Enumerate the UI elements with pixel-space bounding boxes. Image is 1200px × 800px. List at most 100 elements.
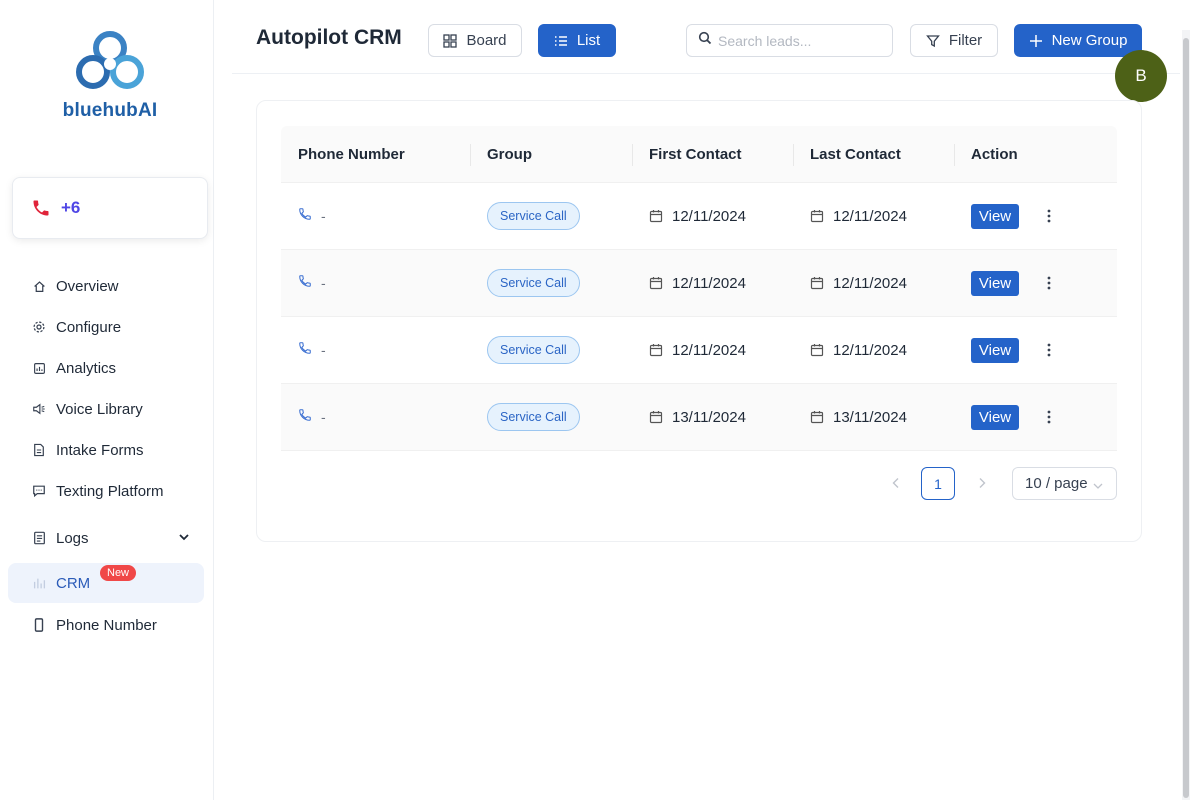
search-icon bbox=[698, 31, 712, 50]
page-size-select[interactable]: 10 / page bbox=[1012, 467, 1117, 500]
next-page-icon[interactable] bbox=[975, 476, 989, 495]
last-contact-date: 12/11/2024 bbox=[833, 341, 907, 359]
sidebar-item-label: Logs bbox=[56, 529, 89, 547]
last-contact-cell: 12/11/2024 bbox=[793, 183, 954, 250]
first-contact-cell: 12/11/2024 bbox=[632, 250, 793, 317]
sidebar-item-configure[interactable]: Configure bbox=[8, 307, 204, 347]
phone-cell[interactable]: - bbox=[281, 250, 470, 317]
view-button[interactable]: View bbox=[971, 270, 1019, 296]
column-header-group[interactable]: Group bbox=[470, 126, 632, 183]
home-icon bbox=[32, 279, 46, 293]
leads-table: Phone Number Group First Contact Last Co… bbox=[281, 126, 1117, 451]
search-box[interactable] bbox=[686, 24, 893, 57]
action-cell: View bbox=[954, 250, 1117, 317]
table-row[interactable]: - Service Call 12/11/2024 12/11/2024 View bbox=[281, 183, 1117, 250]
sidebar-item-label: Texting Platform bbox=[56, 482, 164, 500]
first-contact-cell: 12/11/2024 bbox=[632, 183, 793, 250]
sidebar-item-logs[interactable]: Logs bbox=[8, 518, 204, 558]
calendar-icon bbox=[649, 410, 663, 424]
sidebar-item-intake-forms[interactable]: Intake Forms bbox=[8, 430, 204, 470]
filter-label: Filter bbox=[948, 32, 983, 49]
table-header: Phone Number Group First Contact Last Co… bbox=[281, 126, 1117, 183]
phone-value: - bbox=[321, 342, 326, 358]
last-contact-date: 12/11/2024 bbox=[833, 207, 907, 225]
sidebar-item-label: Configure bbox=[56, 318, 122, 336]
phone-cell[interactable]: - bbox=[281, 183, 470, 250]
phone-value: - bbox=[321, 275, 326, 291]
group-tag[interactable]: Service Call bbox=[487, 202, 580, 230]
filter-button[interactable]: Filter bbox=[910, 24, 998, 57]
first-contact-date: 12/11/2024 bbox=[672, 341, 746, 359]
phone-call-icon bbox=[298, 274, 312, 292]
list-view-button[interactable]: List bbox=[538, 24, 616, 57]
pagination: 1 10 / page bbox=[257, 467, 1143, 501]
table-row[interactable]: - Service Call 12/11/2024 12/11/2024 View bbox=[281, 317, 1117, 384]
more-options-icon[interactable] bbox=[1047, 410, 1051, 424]
more-options-icon[interactable] bbox=[1047, 276, 1051, 290]
page-size-value: 10 / page bbox=[1025, 475, 1088, 492]
phone-number-card[interactable]: +6 bbox=[12, 177, 208, 239]
scrollbar-thumb[interactable] bbox=[1183, 38, 1189, 798]
phone-number-redaction bbox=[91, 188, 201, 230]
sidebar-item-phone-number[interactable]: Phone Number bbox=[8, 605, 204, 645]
calendar-icon bbox=[649, 276, 663, 290]
plus-icon bbox=[1029, 34, 1043, 48]
first-contact-date: 12/11/2024 bbox=[672, 274, 746, 292]
column-header-first-contact[interactable]: First Contact bbox=[632, 126, 793, 183]
group-tag[interactable]: Service Call bbox=[487, 269, 580, 297]
column-header-action: Action bbox=[954, 126, 1117, 183]
phone-value: - bbox=[321, 208, 326, 224]
phone-icon bbox=[33, 200, 49, 216]
phone-call-icon bbox=[298, 207, 312, 225]
first-contact-cell: 12/11/2024 bbox=[632, 317, 793, 384]
sidebar-item-overview[interactable]: Overview bbox=[8, 266, 204, 306]
board-view-button[interactable]: Board bbox=[428, 24, 522, 57]
sidebar-item-voice-library[interactable]: Voice Library bbox=[8, 389, 204, 429]
view-button[interactable]: View bbox=[971, 203, 1019, 229]
sidebar-item-analytics[interactable]: Analytics bbox=[8, 348, 204, 388]
sidebar-item-crm[interactable]: CRM New bbox=[8, 563, 204, 603]
page-number-button[interactable]: 1 bbox=[921, 467, 955, 500]
brand-logo[interactable]: bluehubAI bbox=[58, 30, 162, 122]
calendar-icon bbox=[810, 410, 824, 424]
view-button[interactable]: View bbox=[971, 337, 1019, 363]
new-group-button[interactable]: New Group bbox=[1014, 24, 1142, 57]
page-title: Autopilot CRM bbox=[256, 26, 402, 49]
user-avatar[interactable]: B bbox=[1115, 50, 1167, 102]
analytics-icon bbox=[32, 361, 46, 375]
list-view-label: List bbox=[576, 32, 601, 49]
group-tag[interactable]: Service Call bbox=[487, 336, 580, 364]
phone-cell[interactable]: - bbox=[281, 384, 470, 451]
table-row[interactable]: - Service Call 13/11/2024 13/11/2024 View bbox=[281, 384, 1117, 451]
column-header-phone[interactable]: Phone Number bbox=[281, 126, 470, 183]
prev-page-icon[interactable] bbox=[889, 476, 903, 495]
group-cell: Service Call bbox=[470, 183, 632, 250]
more-options-icon[interactable] bbox=[1047, 209, 1051, 223]
table-row[interactable]: - Service Call 12/11/2024 12/11/2024 View bbox=[281, 250, 1117, 317]
search-input[interactable] bbox=[718, 32, 888, 49]
group-cell: Service Call bbox=[470, 317, 632, 384]
first-contact-date: 12/11/2024 bbox=[672, 207, 746, 225]
new-badge: New bbox=[100, 565, 137, 581]
first-contact-date: 13/11/2024 bbox=[672, 408, 746, 426]
column-header-last-contact[interactable]: Last Contact bbox=[793, 126, 954, 183]
action-cell: View bbox=[954, 384, 1117, 451]
phone-cell[interactable]: - bbox=[281, 317, 470, 384]
sidebar-item-label: Voice Library bbox=[56, 400, 143, 418]
new-group-label: New Group bbox=[1051, 32, 1128, 49]
chevron-down-icon[interactable] bbox=[178, 530, 190, 547]
group-cell: Service Call bbox=[470, 384, 632, 451]
crm-icon bbox=[32, 576, 46, 590]
logs-icon bbox=[32, 531, 46, 545]
group-tag[interactable]: Service Call bbox=[487, 403, 580, 431]
more-options-icon[interactable] bbox=[1047, 343, 1051, 357]
phone-value: - bbox=[321, 409, 326, 425]
view-button[interactable]: View bbox=[971, 404, 1019, 430]
calendar-icon bbox=[649, 209, 663, 223]
group-cell: Service Call bbox=[470, 250, 632, 317]
grid-icon bbox=[443, 33, 458, 48]
logo-icon bbox=[76, 31, 144, 89]
sidebar-item-texting-platform[interactable]: Texting Platform bbox=[8, 471, 204, 511]
phone-call-icon bbox=[298, 341, 312, 359]
page-scrollbar[interactable] bbox=[1182, 30, 1190, 800]
